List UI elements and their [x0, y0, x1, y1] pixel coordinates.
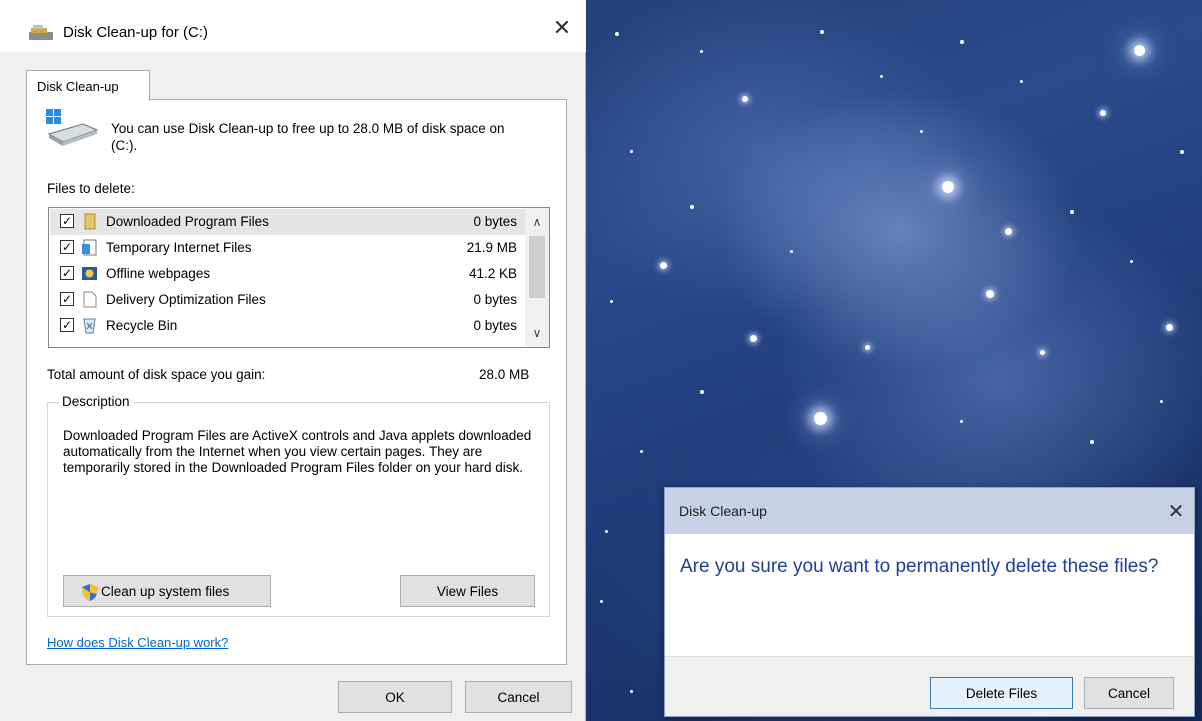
window-title: Disk Clean-up for (C:)	[63, 24, 209, 41]
star	[865, 345, 870, 350]
star	[1180, 150, 1184, 154]
file-name: Temporary Internet Files	[106, 240, 252, 255]
confirm-dialog-title: Disk Clean-up	[679, 503, 767, 519]
star	[630, 150, 633, 153]
confirm-button-bar: Delete Files Cancel	[665, 656, 1194, 716]
disk-cleanup-dialog: Disk Clean-up for (C:) ✕ Disk Clean-up Y…	[0, 0, 586, 721]
delete-files-button[interactable]: Delete Files	[930, 677, 1073, 709]
star	[1130, 260, 1133, 263]
file-size: 21.9 MB	[466, 240, 517, 255]
tab-disk-cleanup[interactable]: Disk Clean-up	[26, 70, 150, 101]
ok-button[interactable]: OK	[338, 681, 452, 713]
file-size: 41.2 KB	[468, 266, 517, 281]
star	[960, 420, 963, 423]
help-link[interactable]: How does Disk Clean-up work?	[47, 635, 228, 650]
file-size: 0 bytes	[473, 318, 517, 333]
checkbox[interactable]: ✓	[60, 214, 74, 228]
scroll-down-icon[interactable]: ∨	[525, 321, 549, 345]
star	[660, 262, 667, 269]
list-item[interactable]: ✓ Downloaded Program Files 0 bytes	[50, 209, 525, 235]
list-item[interactable]: ✓ Offline webpages 41.2 KB	[50, 261, 525, 287]
files-list[interactable]: ✓ Downloaded Program Files 0 bytes ✓ Tem…	[48, 207, 550, 348]
star	[640, 450, 643, 453]
scroll-up-icon[interactable]: ∧	[525, 210, 549, 234]
star	[605, 530, 608, 533]
file-name: Downloaded Program Files	[106, 214, 269, 229]
clean-up-system-files-label: Clean up system files	[101, 584, 230, 599]
list-item[interactable]: ✓ Delivery Optimization Files 0 bytes	[50, 287, 525, 313]
close-icon[interactable]: ✕	[547, 14, 577, 44]
document-icon	[83, 291, 97, 308]
star	[750, 335, 757, 342]
confirm-title-bar: Disk Clean-up ✕	[665, 488, 1194, 534]
view-files-button[interactable]: View Files	[400, 575, 535, 607]
star	[1166, 324, 1173, 331]
file-name: Recycle Bin	[106, 318, 178, 333]
star	[1100, 110, 1106, 116]
uac-shield-icon	[82, 584, 98, 601]
star	[630, 690, 633, 693]
recycle-bin-icon	[83, 318, 96, 334]
confirm-delete-dialog: Disk Clean-up ✕ Are you sure you want to…	[664, 487, 1195, 717]
confirm-cancel-button[interactable]: Cancel	[1084, 677, 1174, 709]
clean-up-system-files-button[interactable]: Clean up system files	[63, 575, 271, 607]
star	[1040, 350, 1045, 355]
star	[1070, 210, 1074, 214]
star	[700, 390, 704, 394]
star	[960, 40, 964, 44]
star	[986, 290, 994, 298]
files-to-delete-label: Files to delete:	[47, 181, 135, 196]
description-legend: Description	[59, 394, 133, 409]
list-item[interactable]: ✓ Temporary Internet Files 21.9 MB	[50, 235, 525, 261]
star	[920, 130, 923, 133]
star	[1005, 228, 1012, 235]
drive-icon	[46, 109, 99, 146]
cancel-button[interactable]: Cancel	[465, 681, 572, 713]
star	[610, 300, 613, 303]
star	[790, 250, 793, 253]
checkbox[interactable]: ✓	[60, 292, 74, 306]
total-space-value: 28.0 MB	[479, 367, 530, 382]
star	[615, 32, 619, 36]
star	[1160, 400, 1163, 403]
checkbox[interactable]: ✓	[60, 318, 74, 332]
confirm-question: Are you sure you want to permanently del…	[680, 556, 1159, 577]
file-name: Delivery Optimization Files	[106, 292, 266, 307]
star	[820, 30, 824, 34]
star	[942, 181, 954, 193]
checkbox[interactable]: ✓	[60, 266, 74, 280]
star	[600, 600, 603, 603]
star	[742, 96, 748, 102]
list-item[interactable]: ✓ Recycle Bin 0 bytes	[50, 313, 525, 339]
close-icon[interactable]: ✕	[1161, 496, 1191, 526]
star	[690, 205, 694, 209]
file-size: 0 bytes	[473, 214, 517, 229]
internet-files-icon	[82, 239, 97, 256]
star	[1090, 440, 1094, 444]
total-space-label: Total amount of disk space you gain:	[47, 367, 266, 382]
scrollbar[interactable]: ∧ ∨	[525, 208, 549, 347]
disk-cleanup-app-icon	[29, 25, 53, 40]
offline-webpages-icon	[82, 267, 97, 280]
star	[814, 412, 827, 425]
star	[880, 75, 883, 78]
star	[1020, 80, 1023, 83]
folder-icon	[84, 213, 96, 230]
checkbox[interactable]: ✓	[60, 240, 74, 254]
file-size: 0 bytes	[473, 292, 517, 307]
star	[1134, 45, 1145, 56]
title-bar: Disk Clean-up for (C:) ✕	[0, 0, 586, 52]
file-name: Offline webpages	[106, 266, 211, 281]
star	[700, 50, 703, 53]
summary-text: You can use Disk Clean-up to free up to …	[111, 121, 505, 153]
description-text: Downloaded Program Files are ActiveX con…	[63, 428, 532, 475]
scrollbar-thumb[interactable]	[529, 236, 545, 298]
